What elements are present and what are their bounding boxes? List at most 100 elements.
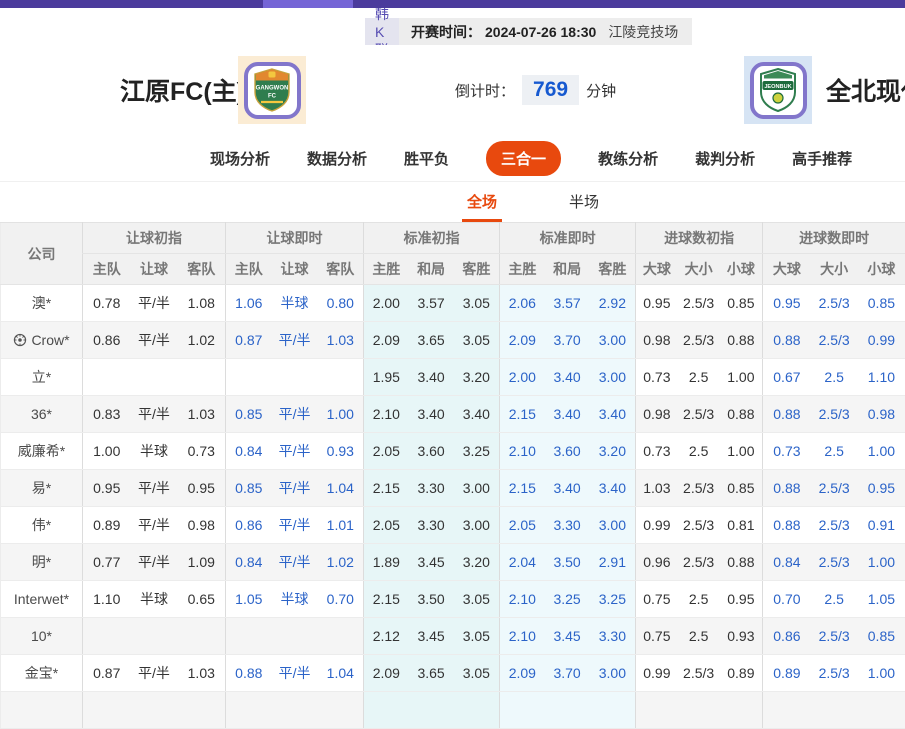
odds-cell: 0.93 [318,433,364,470]
odds-cell: 1.03 [318,322,364,359]
odds-table-body: 澳*0.78平/半1.081.06半球0.802.003.573.052.063… [1,285,905,729]
table-row: 伟*0.89平/半0.980.86平/半1.012.053.303.002.05… [1,507,905,544]
nav-tab-5[interactable]: 裁判分析 [695,148,755,169]
odds-cell: 3.45 [409,618,454,655]
odds-cell: 2.10 [500,618,545,655]
col-group-header-4: 进球数初指 [636,223,763,254]
odds-cell: 3.40 [590,470,636,507]
odds-cell [272,618,318,655]
nav-tab-1[interactable]: 数据分析 [307,148,367,169]
table-row: 立*1.953.403.202.003.403.000.732.51.000.6… [1,359,905,396]
odds-cell: 2.04 [500,544,545,581]
odds-cell: 0.73 [636,359,678,396]
company-cell[interactable]: 易* [1,470,83,507]
company-cell[interactable]: 伟* [1,507,83,544]
odds-cell [318,692,364,729]
odds-cell: 平/半 [272,507,318,544]
odds-cell: 0.95 [720,581,763,618]
countdown-unit: 分钟 [586,80,616,101]
nav-tab-4[interactable]: 教练分析 [598,148,658,169]
odds-cell: 2.5/3 [678,655,720,692]
col-subheader: 让球 [131,254,178,285]
home-team-logo: GANGWON FC [238,56,306,124]
odds-cell: 1.89 [364,544,409,581]
company-cell[interactable]: 明* [1,544,83,581]
home-logo-frame: GANGWON FC [244,62,301,119]
odds-cell [590,692,636,729]
company-cell[interactable]: 立* [1,359,83,396]
odds-cell [226,618,272,655]
tab-half-match[interactable]: 半场 [564,191,604,222]
odds-cell: 2.5/3 [811,470,858,507]
odds-cell: 2.5/3 [678,507,720,544]
col-header-company: 公司 [1,223,83,285]
odds-cell: 0.86 [83,322,131,359]
tab-full-match[interactable]: 全场 [462,191,502,222]
odds-cell [131,618,178,655]
odds-cell: 3.00 [590,507,636,544]
odds-cell: 平/半 [131,470,178,507]
company-cell[interactable]: 金宝* [1,655,83,692]
table-row: 36*0.83平/半1.030.85平/半1.002.103.403.402.1… [1,396,905,433]
odds-cell: 2.5/3 [811,544,858,581]
top-progress-bar [0,0,905,8]
col-subheader: 客队 [178,254,226,285]
company-cell[interactable]: Interwet* [1,581,83,618]
col-subheader: 大小 [678,254,720,285]
svg-text:FC: FC [268,94,277,100]
odds-cell: 0.85 [226,470,272,507]
company-cell[interactable]: Crow* [1,322,83,359]
odds-cell [763,692,811,729]
odds-cell: 3.40 [409,396,454,433]
odds-cell: 2.05 [500,507,545,544]
svg-text:JEONBUK: JEONBUK [764,84,791,90]
odds-cell: 1.02 [178,322,226,359]
odds-cell: 1.01 [318,507,364,544]
odds-cell: 0.88 [763,322,811,359]
company-cell[interactable]: 澳* [1,285,83,322]
league-badge[interactable]: 韩K联 [365,18,399,45]
nav-tab-3[interactable]: 三合一 [486,141,561,176]
company-cell[interactable]: 威廉希* [1,433,83,470]
odds-cell [545,692,590,729]
company-cell[interactable]: 10* [1,618,83,655]
odds-cell: 2.5/3 [811,322,858,359]
odds-cell: 3.60 [545,433,590,470]
odds-cell: 0.73 [636,433,678,470]
odds-cell: 2.15 [500,396,545,433]
odds-cell: 平/半 [131,544,178,581]
col-group-header-3: 标准即时 [500,223,636,254]
odds-cell: 1.06 [226,285,272,322]
odds-cell: 1.00 [720,433,763,470]
nav-tab-0[interactable]: 现场分析 [210,148,270,169]
odds-cell: 0.65 [178,581,226,618]
company-cell[interactable]: 36* [1,396,83,433]
odds-cell: 2.5/3 [811,285,858,322]
odds-cell: 0.85 [858,285,905,322]
nav-tab-2[interactable]: 胜平负 [404,148,449,169]
odds-cell: 0.70 [763,581,811,618]
odds-cell: 平/半 [272,470,318,507]
col-subheader: 大小 [811,254,858,285]
table-row: 澳*0.78平/半1.081.06半球0.802.003.573.052.063… [1,285,905,322]
nav-tab-6[interactable]: 高手推荐 [792,148,852,169]
col-subheader: 小球 [858,254,905,285]
odds-cell: 3.45 [545,618,590,655]
odds-cell [272,692,318,729]
odds-cell [83,618,131,655]
odds-cell: 3.20 [454,544,500,581]
kickoff-time: 2024-07-26 18:30 [485,24,596,40]
top-progress-indicator[interactable] [263,0,353,8]
table-row: Interwet*1.10半球0.651.05半球0.702.153.503.0… [1,581,905,618]
odds-cell [678,692,720,729]
odds-cell: 2.05 [364,507,409,544]
odds-cell: 0.87 [226,322,272,359]
odds-cell: 3.05 [454,618,500,655]
odds-cell: 3.50 [545,544,590,581]
col-subheader: 客胜 [590,254,636,285]
odds-cell: 1.09 [178,544,226,581]
col-subheader: 和局 [545,254,590,285]
odds-cell: 3.30 [590,618,636,655]
svg-text:GANGWON: GANGWON [256,86,289,92]
countdown: 倒计时： 769 分钟 [455,75,616,105]
